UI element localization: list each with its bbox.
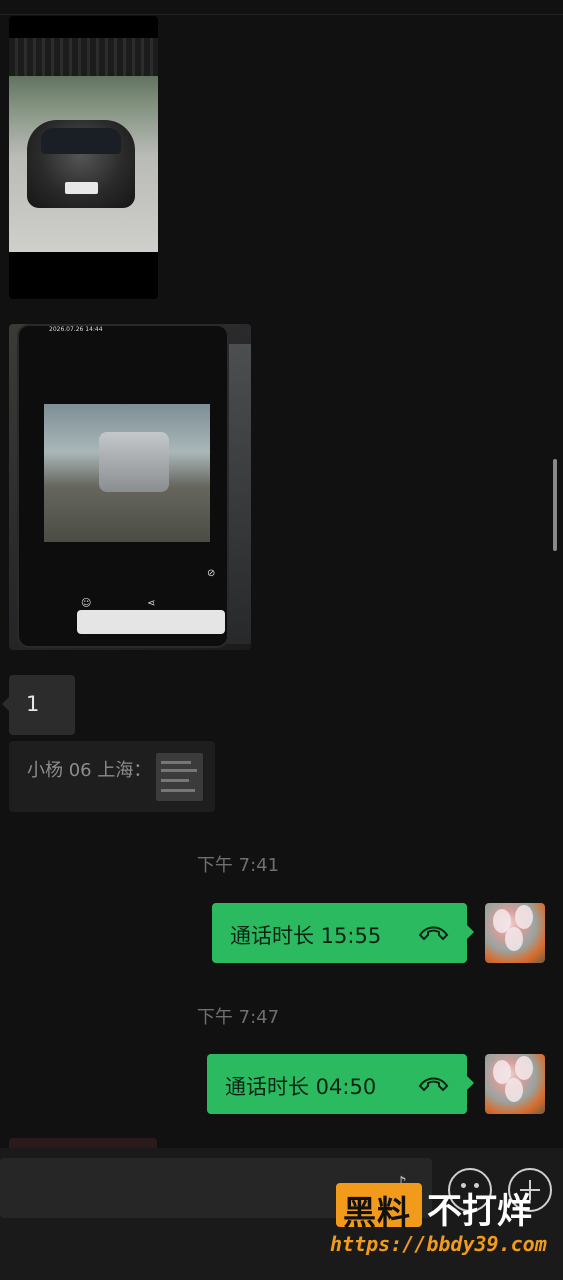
image-message-phone-screenshot[interactable]: 2026.07.26 14:44 ☺ ⋖ ⊘: [9, 324, 251, 650]
phone-hangup-icon: [418, 926, 449, 941]
timestamp-divider: 下午 7:47: [196, 1007, 280, 1028]
avatar[interactable]: [485, 1054, 545, 1114]
phone-hangup-icon: [418, 1077, 449, 1092]
timestamp-divider: 下午 7:41: [196, 855, 280, 876]
quoted-message[interactable]: 小杨 06 上海：: [9, 741, 215, 812]
image-message-car[interactable]: [9, 16, 158, 299]
avatar[interactable]: [485, 903, 545, 963]
message-text: 1: [26, 692, 40, 716]
call-record-bubble[interactable]: 通话时长 15:55: [212, 903, 474, 963]
quote-text: 小杨 06 上海：: [27, 760, 152, 781]
next-message-peek: [9, 1138, 157, 1148]
watermark-logo: 黑料: [336, 1183, 422, 1232]
top-divider: [0, 14, 563, 15]
phone-in-hand: 2026.07.26 14:44 ☺ ⋖ ⊘: [17, 324, 229, 648]
photo-timestamp: 2026.07.26 14:44: [49, 326, 103, 333]
watermark-url: https://bbdy39.com: [330, 1232, 547, 1256]
car-photo: [9, 38, 158, 252]
incoming-text-bubble[interactable]: 1: [2, 675, 75, 735]
watermark-brand-text: 不打烊: [427, 1192, 533, 1232]
quote-thumbnail: [156, 753, 203, 801]
scrollbar[interactable]: [553, 459, 557, 551]
call-duration-label: 通话时长 04:50: [225, 1075, 377, 1099]
call-duration-label: 通话时长 15:55: [230, 924, 382, 948]
watermark-brand-box: 黑料: [343, 1193, 411, 1232]
call-record-bubble[interactable]: 通话时长 04:50: [207, 1054, 474, 1114]
